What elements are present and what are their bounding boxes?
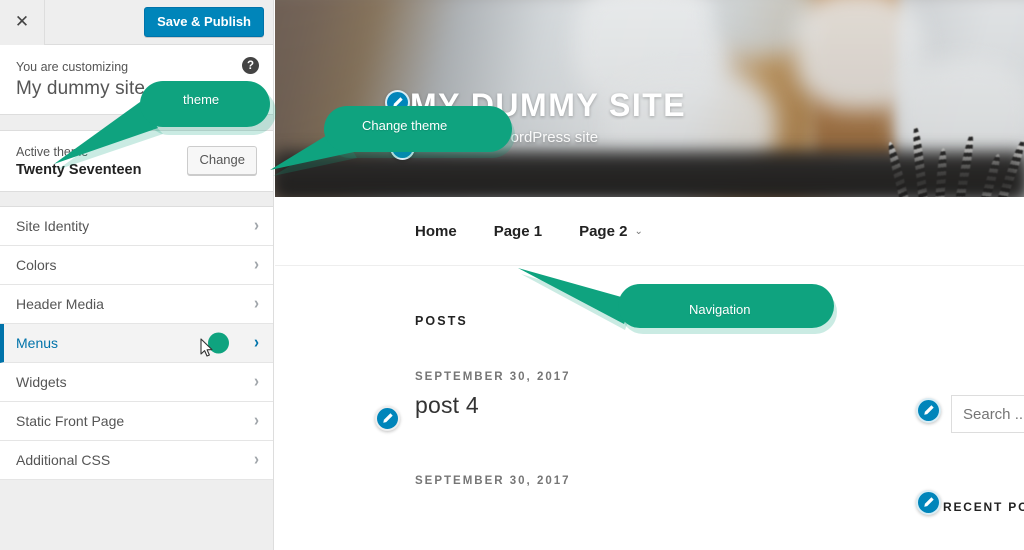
edit-pencil-icon-menu[interactable]: [375, 406, 400, 431]
close-icon[interactable]: ✕: [0, 0, 45, 45]
sidebar-item-label: Additional CSS: [16, 451, 111, 468]
sidebar-item-static-front-page[interactable]: Static Front Page ›: [0, 401, 273, 441]
nav-link-label: Page 1: [493, 222, 543, 240]
edit-pencil-icon-recent-posts-widget[interactable]: [916, 490, 941, 515]
sidebar-item-site-identity[interactable]: Site Identity ›: [0, 206, 273, 246]
sidebar-item-widgets[interactable]: Widgets ›: [0, 362, 273, 402]
edit-pencil-icon-tagline[interactable]: [390, 135, 415, 160]
active-theme-label: Active theme: [16, 144, 89, 159]
chevron-right-icon: ›: [254, 216, 259, 236]
nav-link-home[interactable]: Home: [415, 223, 457, 240]
sidebar-divider-1: [0, 114, 273, 131]
chevron-right-icon: ›: [254, 411, 259, 431]
site-preview: MY DUMMY SITE Just another WordPress sit…: [275, 0, 1024, 550]
sidebar-item-label: Header Media: [16, 295, 104, 312]
posts-section-heading: POSTS: [415, 314, 468, 328]
site-navigation: Home Page 1 Page 2 ⌄: [275, 197, 1024, 431]
sidebar-item-colors[interactable]: Colors ›: [0, 245, 273, 285]
active-theme-name: Twenty Seventeen: [16, 161, 142, 178]
edit-pencil-icon-site-title[interactable]: [385, 90, 410, 115]
customizer-sidebar: ✕ Save & Publish You are customizing My …: [0, 0, 274, 550]
header-hero-image: MY DUMMY SITE Just another WordPress sit…: [275, 0, 1024, 197]
active-theme-panel: Active theme Twenty Seventeen Change: [0, 130, 273, 192]
sidebar-item-label: Colors: [16, 256, 57, 273]
post-date: SEPTEMBER 30, 2017: [415, 371, 571, 383]
sidebar-empty-area: [0, 479, 273, 550]
sidebar-item-label: Site Identity: [16, 217, 90, 234]
chevron-down-icon: ⌄: [634, 225, 643, 237]
site-tagline: Just another WordPress site: [410, 129, 599, 147]
chevron-right-icon: ›: [254, 450, 259, 470]
wordpress-customizer-screen: ✕ Save & Publish You are customizing My …: [0, 0, 1024, 550]
click-indicator: [208, 332, 229, 354]
sidebar-item-label: Static Front Page: [16, 412, 125, 429]
sidebar-item-menus[interactable]: Menus ›: [0, 323, 273, 363]
customizing-info-panel: You are customizing My dummy site ?: [0, 45, 273, 115]
hero-text-block: MY DUMMY SITE Just another WordPress sit…: [410, 87, 687, 147]
sidebar-item-header-media[interactable]: Header Media ›: [0, 284, 273, 324]
sidebar-item-label: Widgets: [16, 373, 67, 390]
chevron-right-icon: ›: [254, 294, 259, 314]
post-date: SEPTEMBER 30, 2017: [415, 475, 571, 487]
customizing-site-name: My dummy site: [16, 77, 146, 99]
recent-posts-heading: RECENT POS: [943, 500, 1024, 514]
nav-link-page-1[interactable]: Page 1: [494, 223, 542, 240]
help-icon[interactable]: ?: [242, 57, 259, 74]
sidebar-topbar: ✕ Save & Publish: [0, 0, 273, 45]
sidebar-widgets: [951, 395, 1024, 433]
change-theme-button[interactable]: Change: [187, 145, 257, 175]
active-theme-text: Active theme Twenty Seventeen: [16, 143, 141, 178]
sidebar-item-additional-css[interactable]: Additional CSS ›: [0, 440, 273, 480]
customizer-panel-list: Site Identity › Colors › Header Media › …: [0, 206, 273, 480]
search-input[interactable]: [951, 395, 1024, 433]
post-item: SEPTEMBER 30, 2017: [415, 475, 1024, 487]
chevron-right-icon: ›: [254, 333, 259, 353]
chevron-right-icon: ›: [254, 255, 259, 275]
save-and-publish-button[interactable]: Save & Publish: [144, 7, 264, 37]
nav-link-label: Home: [415, 222, 457, 240]
nav-link-label: Page 2: [579, 222, 628, 240]
customizing-label: You are customizing: [16, 60, 129, 74]
site-title: MY DUMMY SITE: [410, 87, 687, 123]
chevron-right-icon: ›: [254, 372, 259, 392]
edit-pencil-icon-search-widget[interactable]: [916, 398, 941, 423]
nav-link-page-2[interactable]: Page 2 ⌄: [579, 223, 643, 240]
posts-section: POSTS SEPTEMBER 30, 2017 post 4 SEPTEMBE…: [275, 266, 1024, 487]
sidebar-divider-2: [0, 191, 273, 207]
